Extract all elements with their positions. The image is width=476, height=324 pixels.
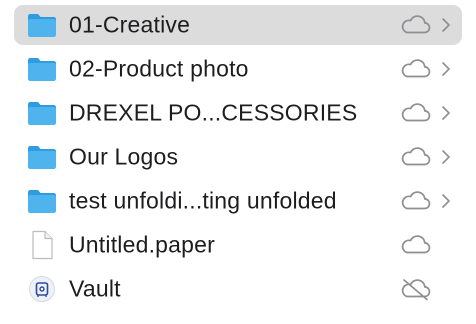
folder-icon: [26, 185, 58, 217]
document-icon: [26, 229, 58, 261]
cloud-icon[interactable]: [398, 13, 432, 37]
file-name: test unfoldi...ting unfolded: [69, 187, 337, 214]
chevron-right-icon[interactable]: [440, 148, 452, 166]
cloud-icon[interactable]: [398, 145, 432, 169]
file-name: 01-Creative: [69, 11, 191, 38]
chevron-right-icon[interactable]: [440, 16, 452, 34]
chevron-right-icon[interactable]: [440, 192, 452, 210]
folder-icon: [26, 53, 58, 85]
folder-icon: [26, 141, 58, 173]
file-row-drexel[interactable]: DREXEL PO...CESSORIES: [14, 93, 462, 133]
folder-icon: [26, 97, 58, 129]
file-name: 02-Product photo: [69, 55, 249, 82]
file-row-vault[interactable]: Vault: [14, 269, 462, 309]
file-name: Our Logos: [69, 143, 179, 170]
file-name: Untitled.paper: [69, 231, 215, 258]
cloud-icon[interactable]: [398, 189, 432, 213]
cloud-icon[interactable]: [398, 57, 432, 81]
chevron-right-icon[interactable]: [440, 104, 452, 122]
cloud-icon[interactable]: [398, 233, 432, 257]
folder-icon: [26, 9, 58, 41]
cloud-icon[interactable]: [398, 101, 432, 125]
file-row-01-creative[interactable]: 01-Creative: [14, 5, 462, 45]
file-row-untitled-paper[interactable]: Untitled.paper: [14, 225, 462, 265]
file-name: DREXEL PO...CESSORIES: [69, 99, 358, 126]
cloud-off-icon[interactable]: [398, 277, 432, 301]
file-row-02-product-photo[interactable]: 02-Product photo: [14, 49, 462, 89]
file-list: 01-Creative 02-Product photo DREXEL PO..…: [0, 0, 476, 324]
file-row-test-unfolding[interactable]: test unfoldi...ting unfolded: [14, 181, 462, 221]
file-name: Vault: [69, 275, 121, 302]
chevron-right-icon[interactable]: [440, 60, 452, 78]
vault-icon: [26, 273, 58, 305]
file-row-our-logos[interactable]: Our Logos: [14, 137, 462, 177]
